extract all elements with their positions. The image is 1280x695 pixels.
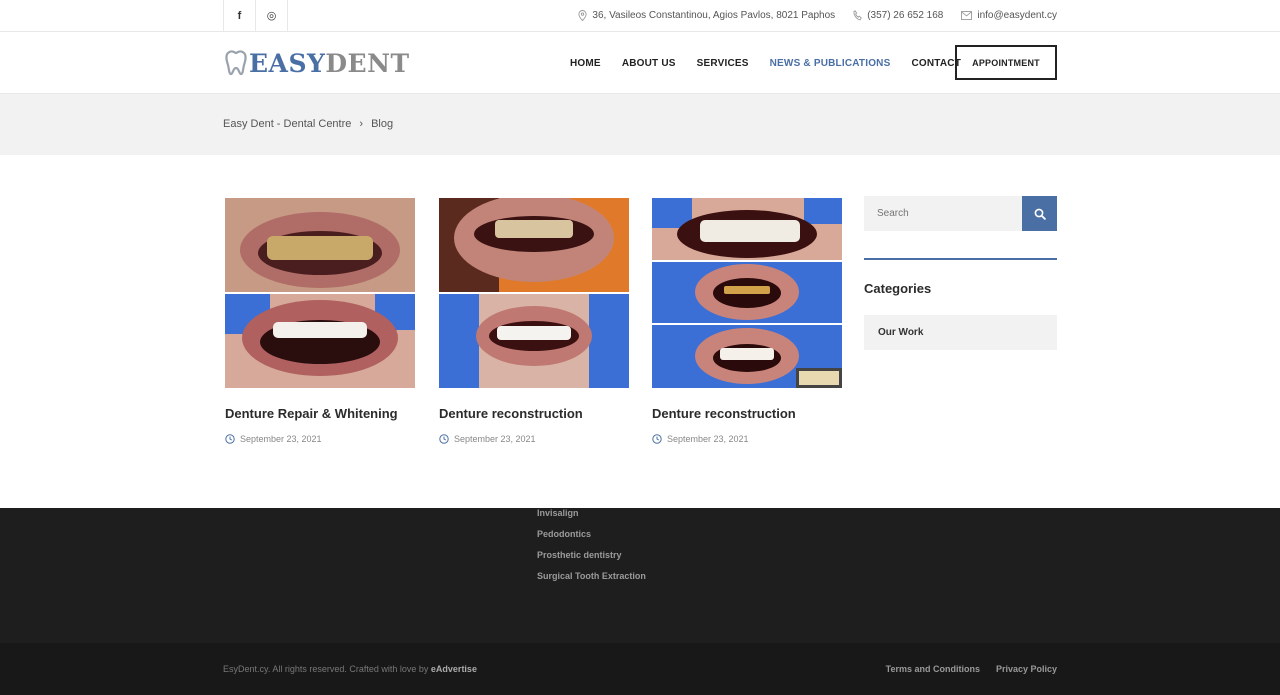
instagram-link[interactable]: ◎ (256, 0, 288, 31)
nav-home[interactable]: HOME (570, 58, 601, 69)
post-thumbnail[interactable] (652, 198, 842, 388)
post-image-before-after (652, 198, 842, 388)
logo-wordmark: EASYDENT (249, 49, 410, 78)
appointment-button[interactable]: APPOINTMENT (955, 45, 1057, 80)
privacy-policy-link[interactable]: Privacy Policy (996, 664, 1057, 674)
clock-icon (439, 434, 449, 444)
facebook-icon: f (237, 9, 242, 22)
post-date-text: September 23, 2021 (454, 434, 536, 444)
site-logo[interactable]: EASYDENT (225, 48, 410, 78)
search-form (864, 196, 1057, 231)
breadcrumb-current: Blog (371, 118, 394, 130)
logo-wordmark-dent: DENT (325, 48, 410, 78)
search-input[interactable] (864, 196, 1022, 231)
post-date: September 23, 2021 (439, 434, 629, 444)
main-nav: HOME ABOUT US SERVICES NEWS & PUBLICATIO… (570, 32, 982, 94)
nav-about-us[interactable]: ABOUT US (622, 58, 676, 69)
breadcrumb-separator-icon: › (359, 118, 364, 130)
post-date-text: September 23, 2021 (667, 434, 749, 444)
tooth-logo-icon (225, 50, 247, 76)
clock-icon (225, 434, 235, 444)
copyright-brand-link[interactable]: eAdvertise (431, 664, 477, 674)
legal-links: Terms and Conditions Privacy Policy (886, 664, 1057, 674)
footer-link-surgical-tooth-extraction[interactable]: Surgical Tooth Extraction (537, 566, 646, 587)
post-title[interactable]: Denture Repair & Whitening (225, 406, 415, 421)
blog-post-card: Denture reconstruction September 23, 202… (652, 198, 842, 444)
phone-text: (357) 26 652 168 (867, 10, 944, 21)
footer-bottom-bar: EsyDent.cy. All rights reserved. Crafted… (0, 643, 1280, 695)
footer-link-prosthetic-dentistry[interactable]: Prosthetic dentistry (537, 545, 646, 566)
breadcrumb-band: Easy Dent - Dental Centre › Blog (0, 94, 1280, 155)
footer-link-invisalign[interactable]: Invisalign (537, 508, 646, 524)
categories-heading: Categories (864, 281, 932, 296)
map-pin-icon (578, 10, 587, 21)
phone-icon (853, 10, 862, 21)
post-title[interactable]: Denture reconstruction (652, 406, 842, 421)
post-date: September 23, 2021 (652, 434, 842, 444)
main-header: EASYDENT HOME ABOUT US SERVICES NEWS & P… (0, 32, 1280, 94)
terms-link[interactable]: Terms and Conditions (886, 664, 980, 674)
breadcrumb: Easy Dent - Dental Centre › Blog (223, 118, 393, 130)
post-image-before-after (439, 198, 629, 388)
category-item-our-work[interactable]: Our Work (864, 315, 1057, 350)
email-item[interactable]: info@easydent.cy (961, 10, 1057, 21)
phone-item[interactable]: (357) 26 652 168 (853, 10, 943, 21)
nav-contact[interactable]: CONTACT (911, 58, 961, 69)
copyright: EsyDent.cy. All rights reserved. Crafted… (223, 664, 477, 674)
post-thumbnail[interactable] (439, 198, 629, 388)
top-bar: f ◎ 36, Vasileos Constantinou, Agios Pav… (0, 0, 1280, 32)
blog-post-card: Denture reconstruction September 23, 202… (439, 198, 629, 444)
social-links: f ◎ (223, 0, 288, 31)
copyright-text: EsyDent.cy. All rights reserved. Crafted… (223, 664, 431, 674)
footer: Invisalign Pedodontics Prosthetic dentis… (0, 508, 1280, 643)
email-text: info@easydent.cy (977, 10, 1057, 21)
post-thumbnail[interactable] (225, 198, 415, 388)
breadcrumb-home-link[interactable]: Easy Dent - Dental Centre (223, 118, 351, 130)
post-image-before-after (225, 198, 415, 388)
logo-wordmark-easy: EASY (249, 48, 326, 78)
post-title[interactable]: Denture reconstruction (439, 406, 629, 421)
post-date: September 23, 2021 (225, 434, 415, 444)
nav-services[interactable]: SERVICES (697, 58, 749, 69)
clock-icon (652, 434, 662, 444)
address-item: 36, Vasileos Constantinou, Agios Pavlos,… (578, 10, 835, 21)
sidebar-divider (864, 258, 1057, 260)
search-icon (1034, 208, 1046, 220)
blog-post-card: Denture Repair & Whitening September 23,… (225, 198, 415, 444)
footer-services-list: Invisalign Pedodontics Prosthetic dentis… (537, 508, 646, 587)
footer-link-pedodontics[interactable]: Pedodontics (537, 524, 646, 545)
contact-info: 36, Vasileos Constantinou, Agios Pavlos,… (578, 0, 1057, 31)
post-date-text: September 23, 2021 (240, 434, 322, 444)
facebook-link[interactable]: f (224, 0, 256, 31)
envelope-icon (961, 11, 973, 20)
search-button[interactable] (1022, 196, 1057, 231)
address-text: 36, Vasileos Constantinou, Agios Pavlos,… (592, 10, 836, 21)
nav-news-publications[interactable]: NEWS & PUBLICATIONS (770, 58, 891, 69)
instagram-icon: ◎ (266, 10, 277, 22)
